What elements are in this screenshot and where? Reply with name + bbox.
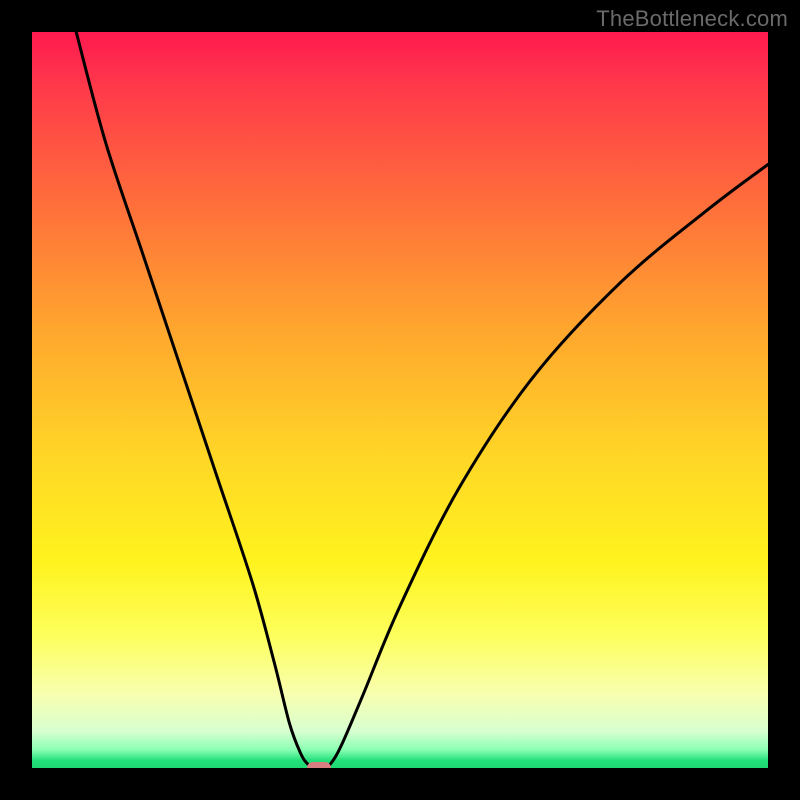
curve-svg <box>32 32 768 768</box>
bottleneck-curve <box>76 32 768 768</box>
plot-area <box>32 32 768 768</box>
optimum-marker <box>307 762 331 768</box>
chart-frame: TheBottleneck.com <box>0 0 800 800</box>
watermark-text: TheBottleneck.com <box>596 6 788 32</box>
